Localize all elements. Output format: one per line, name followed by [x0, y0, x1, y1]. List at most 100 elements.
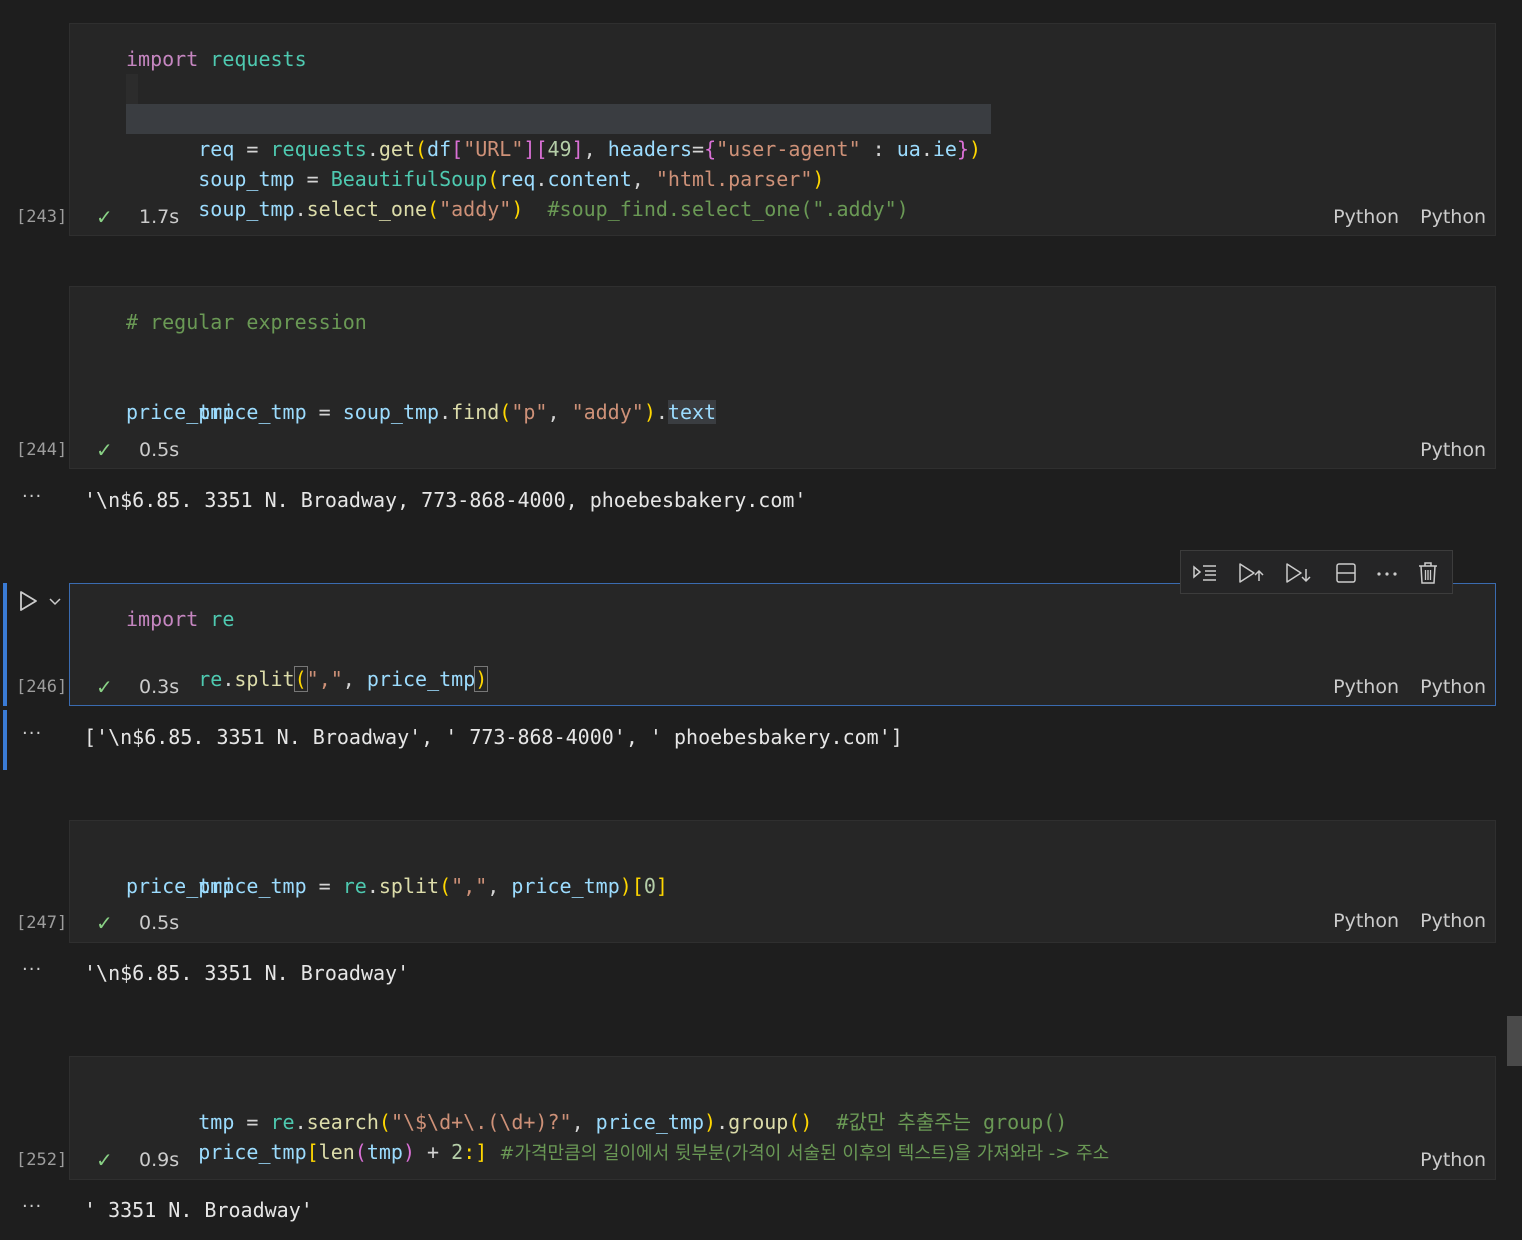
- code-token: re: [342, 874, 367, 898]
- code-comment: #soup_find.select_one(".addy"): [547, 197, 909, 221]
- code-token: .: [439, 400, 452, 424]
- code-token: (: [293, 666, 308, 692]
- cell-selection-bar: [3, 583, 7, 706]
- code-token: import: [126, 607, 199, 631]
- scrollbar-thumb[interactable]: [1507, 1016, 1522, 1066]
- output-more-icon[interactable]: ···: [22, 723, 42, 744]
- execution-count: [246]: [16, 677, 68, 697]
- cell-output: ' 3351 N. Broadway': [84, 1198, 313, 1222]
- code-token: ,: [342, 667, 367, 691]
- code-token: ): [969, 137, 982, 161]
- run-by-line-icon[interactable]: [1191, 559, 1219, 587]
- code-token: price_tmp: [126, 874, 235, 898]
- code-editor[interactable]: tmp = re.search("\$\d+\.(\d+)?", price_t…: [126, 1077, 1475, 1173]
- cell-output: '\n$6.85. 3351 N. Broadway, 773-868-4000…: [84, 488, 807, 512]
- code-editor[interactable]: import requests req = requests.get(df["U…: [126, 44, 1475, 221]
- code-editor[interactable]: price_tmp = re.split(",", price_tmp)[0] …: [126, 841, 1475, 937]
- code-token: :: [860, 137, 897, 161]
- execution-count: [247]: [16, 913, 68, 933]
- kernel-label[interactable]: Python: [1420, 910, 1486, 932]
- code-token: .: [222, 667, 235, 691]
- code-comment: #가격만큼의 길이에서 뒷부분(가격이 서술된 이후의 텍스트)을 가져와라 -…: [499, 1143, 1110, 1164]
- code-token: tmp: [366, 1140, 403, 1164]
- check-icon: ✓: [96, 675, 113, 699]
- code-cell-244[interactable]: # regular expression price_tmp = soup_tm…: [69, 286, 1496, 469]
- code-token: .: [920, 137, 933, 161]
- code-token: 0: [643, 874, 656, 898]
- code-token: (: [354, 1140, 367, 1164]
- code-token: [: [631, 874, 644, 898]
- code-cell-247[interactable]: price_tmp = re.split(",", price_tmp)[0] …: [69, 820, 1496, 943]
- delete-icon[interactable]: [1414, 559, 1442, 587]
- code-token: split: [234, 667, 295, 691]
- cell-toolbar: [1180, 550, 1453, 594]
- language-label[interactable]: Python: [1333, 206, 1399, 228]
- execution-time: 1.7s: [139, 206, 180, 228]
- execution-time: 0.3s: [139, 676, 180, 698]
- execution-count: [243]: [16, 207, 68, 227]
- output-more-icon[interactable]: ···: [22, 959, 42, 980]
- kernel-label[interactable]: Python: [1420, 206, 1486, 228]
- code-token: ,: [547, 400, 572, 424]
- code-token: .: [655, 400, 668, 424]
- code-token: re: [210, 607, 235, 631]
- check-icon: ✓: [96, 205, 113, 229]
- code-token: (: [439, 874, 452, 898]
- code-token: ): [474, 666, 489, 692]
- execute-below-icon[interactable]: [1284, 559, 1312, 587]
- check-icon: ✓: [96, 911, 113, 935]
- code-token: price_tmp: [126, 400, 235, 424]
- code-token: ): [643, 400, 656, 424]
- code-token: text: [667, 400, 717, 424]
- code-token: =: [306, 400, 343, 424]
- more-actions-icon[interactable]: [1373, 559, 1401, 587]
- execution-count: [244]: [16, 440, 68, 460]
- execute-above-icon[interactable]: [1237, 559, 1265, 587]
- code-comment: # regular expression: [126, 310, 367, 334]
- code-token: +: [415, 1140, 452, 1164]
- code-token: (: [427, 197, 440, 221]
- code-token: find: [451, 400, 500, 424]
- code-token: =: [306, 874, 343, 898]
- execution-time: 0.9s: [139, 1149, 180, 1171]
- code-cell-243[interactable]: import requests req = requests.get(df["U…: [69, 23, 1496, 236]
- kernel-label[interactable]: Python: [1420, 1149, 1486, 1171]
- code-token: soup_tmp: [342, 400, 440, 424]
- language-label[interactable]: Python: [1333, 676, 1399, 698]
- code-token: ,: [487, 874, 512, 898]
- code-token: }: [956, 137, 970, 161]
- output-more-icon[interactable]: ···: [22, 1196, 42, 1217]
- kernel-label[interactable]: Python: [1420, 439, 1486, 461]
- execution-count: [252]: [16, 1150, 68, 1170]
- code-cell-252[interactable]: tmp = re.search("\$\d+\.(\d+)?", price_t…: [69, 1056, 1496, 1180]
- code-token: split: [378, 874, 440, 898]
- code-cell-246[interactable]: import re re.split(",", price_tmp) Pytho…: [69, 583, 1496, 706]
- code-token: price_tmp: [511, 874, 620, 898]
- chevron-down-icon[interactable]: [47, 593, 63, 609]
- split-cell-icon[interactable]: [1332, 559, 1360, 587]
- output-more-icon[interactable]: ···: [22, 486, 42, 507]
- code-token: ",": [451, 874, 488, 898]
- code-token: .: [294, 197, 307, 221]
- code-token: ]: [655, 874, 668, 898]
- code-token: requests: [210, 47, 307, 71]
- run-cell-icon[interactable]: [16, 589, 40, 613]
- execution-time: 0.5s: [139, 912, 180, 934]
- code-token: "addy": [439, 197, 512, 221]
- code-token: soup_tmp: [198, 197, 295, 221]
- code-token: ie: [932, 137, 957, 161]
- code-token: price_tmp: [198, 1140, 307, 1164]
- kernel-label[interactable]: Python: [1420, 676, 1486, 698]
- check-icon: ✓: [96, 438, 113, 462]
- code-token: .: [366, 874, 379, 898]
- cell-output: ['\n$6.85. 3351 N. Broadway', ' 773-868-…: [84, 725, 903, 749]
- code-editor[interactable]: # regular expression price_tmp = soup_tm…: [126, 307, 1475, 427]
- language-label[interactable]: Python: [1333, 910, 1399, 932]
- cell-output: '\n$6.85. 3351 N. Broadway': [84, 961, 410, 985]
- code-token: 2: [451, 1140, 464, 1164]
- code-token: price_tmp: [366, 667, 476, 691]
- code-editor[interactable]: import re re.split(",", price_tmp): [126, 604, 1475, 700]
- code-token: select_one: [306, 197, 428, 221]
